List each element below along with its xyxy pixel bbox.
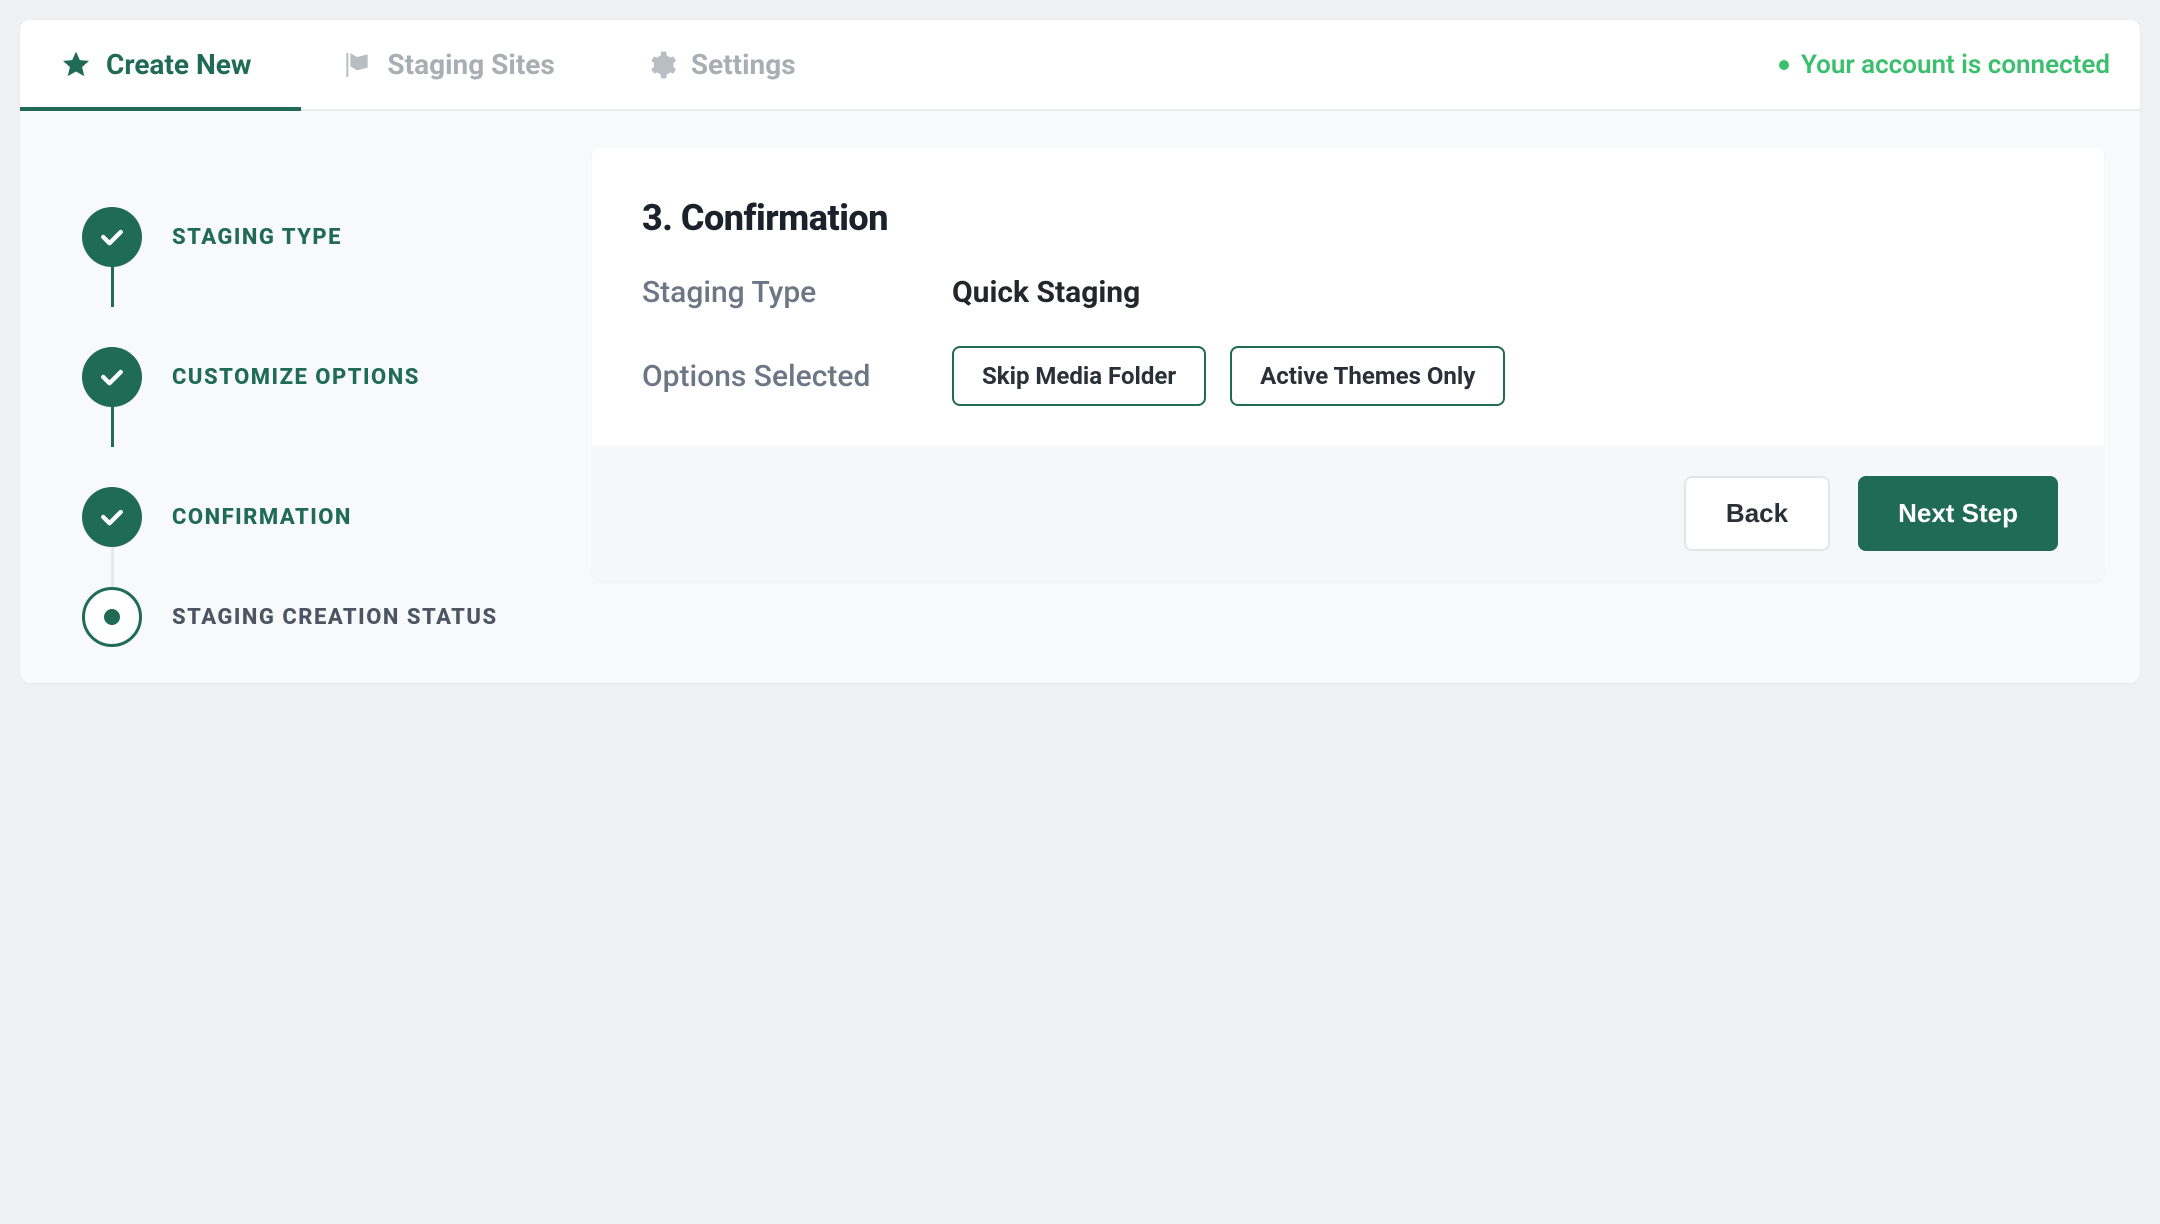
tab-label: Create New — [106, 48, 251, 81]
row-options-selected: Options Selected Skip Media Folder Activ… — [642, 346, 2054, 406]
check-icon — [82, 487, 142, 547]
panel-footer: Back Next Step — [592, 446, 2104, 581]
tabs-header: Create New Staging Sites Settings Your a… — [20, 20, 2140, 111]
chip-active-themes-only: Active Themes Only — [1230, 346, 1505, 406]
tab-label: Staging Sites — [387, 48, 554, 81]
step-customize-options: CUSTOMIZE OPTIONS — [82, 307, 556, 447]
account-status: Your account is connected — [1779, 50, 2110, 80]
content-body: STAGING TYPE CUSTOMIZE OPTIONS CONFIRMAT… — [20, 111, 2140, 683]
status-dot-icon — [1779, 60, 1789, 70]
label-staging-type: Staging Type — [642, 275, 912, 310]
chips-container: Skip Media Folder Active Themes Only — [952, 346, 1505, 406]
next-step-button[interactable]: Next Step — [1858, 476, 2058, 551]
label-options-selected: Options Selected — [642, 359, 912, 394]
panel-body: 3. Confirmation Staging Type Quick Stagi… — [592, 147, 2104, 446]
tab-staging-sites[interactable]: Staging Sites — [301, 20, 604, 111]
row-staging-type: Staging Type Quick Staging — [642, 275, 2054, 310]
step-label: CONFIRMATION — [172, 505, 352, 530]
panel-title: 3. Confirmation — [642, 197, 2054, 239]
account-status-text: Your account is connected — [1801, 50, 2110, 80]
step-confirmation: CONFIRMATION — [82, 447, 556, 587]
step-label: CUSTOMIZE OPTIONS — [172, 365, 420, 390]
flag-icon — [341, 49, 373, 81]
star-icon — [60, 49, 92, 81]
pending-step-icon — [82, 587, 142, 647]
step-staging-creation-status: STAGING CREATION STATUS — [82, 587, 556, 647]
step-label: STAGING TYPE — [172, 225, 342, 250]
tab-label: Settings — [691, 48, 796, 81]
step-staging-type: STAGING TYPE — [82, 167, 556, 307]
check-icon — [82, 207, 142, 267]
back-button[interactable]: Back — [1684, 476, 1830, 551]
gear-icon — [645, 49, 677, 81]
tab-settings[interactable]: Settings — [605, 20, 846, 111]
confirmation-panel: 3. Confirmation Staging Type Quick Stagi… — [592, 147, 2104, 581]
stepper: STAGING TYPE CUSTOMIZE OPTIONS CONFIRMAT… — [56, 147, 556, 647]
main-card: Create New Staging Sites Settings Your a… — [20, 20, 2140, 683]
value-staging-type: Quick Staging — [952, 275, 1140, 310]
chip-skip-media-folder: Skip Media Folder — [952, 346, 1206, 406]
tab-create-new[interactable]: Create New — [20, 20, 301, 111]
tabs: Create New Staging Sites Settings — [20, 20, 846, 109]
step-label: STAGING CREATION STATUS — [172, 605, 498, 630]
check-icon — [82, 347, 142, 407]
